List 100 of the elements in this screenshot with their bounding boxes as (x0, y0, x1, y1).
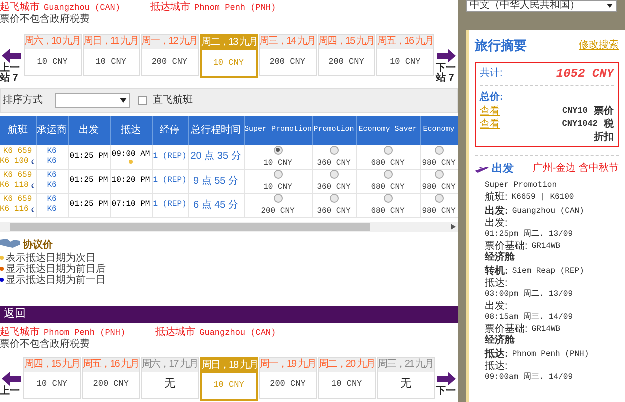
carrier-code: K6 (47, 146, 57, 156)
column-header: 承运商 (36, 116, 68, 145)
fare-radio-button[interactable] (330, 170, 338, 179)
total-price-label: 总价: (480, 90, 504, 104)
departure-time: 01:25 PM (70, 176, 108, 185)
detail-label: 抵达: (485, 361, 509, 372)
date-label: 周二，20 九月 (318, 358, 375, 372)
detail-heading: 转机: (485, 266, 508, 277)
right-arrow-icon (436, 370, 458, 386)
date-card[interactable]: 周一，19 九月 200 CNY (259, 356, 317, 398)
flight-number: K6 116 (0, 205, 29, 215)
date-card[interactable]: 周二，20 九月 10 CNY (318, 356, 376, 398)
detail-label: 票价基础: (485, 324, 528, 335)
arrival-city-label: 抵达城市 (156, 326, 196, 338)
date-card[interactable]: 周五，16 九月 10 CNY (376, 34, 434, 76)
fare-price: 10 CNY (214, 379, 244, 392)
fare-radio-button[interactable] (434, 194, 444, 203)
fare-price: 无 (400, 377, 412, 392)
fare-price: 980 CNY (422, 183, 456, 192)
fare-price: 200 CNY (328, 56, 364, 68)
date-card[interactable]: 周日，11 九月 10 CNY (82, 34, 140, 76)
dropdown-caret-icon (607, 4, 613, 8)
summary-title: 旅行摘要 (475, 37, 527, 55)
stops-link[interactable]: 1 (REP) (153, 152, 187, 161)
previous-week-link[interactable]: 上一站 7 (0, 64, 22, 84)
arrival-time: 07:10 PM (112, 200, 150, 209)
detail-label: 出发: (485, 301, 509, 312)
dropdown-caret-icon (120, 98, 127, 103)
flight-number: K6 659 (3, 195, 32, 204)
arrival-city-label: 抵达城市 (150, 2, 191, 14)
fare-radio-button[interactable] (274, 194, 282, 203)
date-card[interactable]: 周六，17 九月 无 (141, 356, 199, 398)
horizontal-scrollbar[interactable] (0, 222, 458, 232)
segment-title: 出发 (492, 162, 514, 176)
departure-city: Phnom Penh (PNH) (44, 326, 126, 338)
fare-radio-button[interactable] (434, 146, 444, 155)
total-duration: 6 点 45 分 (193, 200, 239, 210)
fare-price: 10 CNY (264, 158, 292, 168)
segment-route: 广州-金边 含中秋节 (532, 162, 619, 176)
column-header: 航班 (0, 116, 36, 145)
fare-price: 980 CNY (422, 158, 456, 168)
detail-value: K6659 | K6100 (512, 192, 574, 203)
fare-price: 680 CNY (371, 183, 405, 192)
price-amount: CNY10 (562, 104, 588, 118)
fare-radio-button[interactable] (434, 170, 444, 179)
next-week-link[interactable]: 下一 (436, 386, 458, 396)
fare-price: 10 CNY (36, 378, 68, 391)
date-label: 周三，14 九月 (260, 35, 316, 49)
arrival-city: Guangzhou (CAN) (200, 326, 276, 338)
date-card[interactable]: 周三，14 九月 200 CNY (258, 34, 317, 76)
departure-city-label: 起飞城市 (0, 326, 40, 338)
legend-text: 表示抵达日期为次日 (6, 252, 96, 264)
date-label: 周二，13 九月 (202, 36, 256, 50)
fare-price: 360 CNY (317, 207, 351, 216)
fare-radio-button[interactable] (274, 146, 282, 155)
fare-price: 360 CNY (317, 183, 351, 192)
detail-label: 出发: (485, 218, 509, 229)
column-header: 抵达 (110, 116, 152, 145)
total-amount: 1052 CNY (556, 66, 614, 82)
date-card[interactable]: 周三，21 九月 无 (376, 356, 435, 398)
fare-radio-button[interactable] (384, 170, 392, 179)
direct-flight-checkbox[interactable] (138, 96, 147, 105)
date-label: 周三，21 九月 (378, 358, 434, 372)
date-label: 周五，16 九月 (83, 358, 140, 372)
date-card[interactable]: 周四，15 九月 10 CNY (23, 356, 82, 398)
fare-price: 10 CNY (96, 56, 126, 68)
price-amount: CNY1042 (562, 118, 598, 130)
fare-price: 360 CNY (317, 158, 351, 168)
price-item-label: 票价 (594, 104, 614, 118)
left-arrow-icon (0, 370, 22, 386)
fare-radio-button[interactable] (330, 194, 338, 203)
stops-link[interactable]: 1 (REP) (153, 176, 187, 185)
flight-number: K6 100 (0, 156, 29, 167)
stops-link[interactable]: 1 (REP) (153, 200, 187, 209)
column-header: 总行程时间 (188, 116, 244, 145)
fare-note: 票价不包含政府税费 (0, 338, 91, 350)
detail-value: Siem Reap (REP) (512, 266, 584, 277)
next-week-link[interactable]: 下一站 7 (436, 64, 458, 84)
date-label: 周五，16 九月 (377, 35, 434, 49)
cabin-class: 经济舱 (485, 252, 515, 263)
fare-price: 10 CNY (213, 56, 244, 70)
previous-week-link[interactable]: 上一 (0, 386, 22, 396)
carrier-code: K6 (47, 171, 57, 180)
date-label: 周四，15 九月 (24, 358, 80, 372)
date-card[interactable]: 周四，15 九月 200 CNY (318, 34, 376, 76)
sort-dropdown[interactable] (55, 93, 130, 108)
fare-radio-button[interactable] (384, 194, 392, 203)
sort-label: 排序方式 (3, 94, 44, 108)
fare-radio-button[interactable] (330, 146, 338, 155)
date-card[interactable]: 周一，12 九月 200 CNY (140, 34, 199, 76)
date-card[interactable]: 周五，16 九月 200 CNY (82, 356, 140, 398)
fare-radio-button[interactable] (274, 170, 282, 179)
fare-price: 680 CNY (371, 207, 405, 216)
fare-radio-button[interactable] (384, 146, 392, 155)
handshake-icon (0, 237, 20, 249)
price-item-label: 税 (604, 118, 614, 130)
fare-price: 200 CNY (93, 378, 129, 391)
date-card[interactable]: 周六，10 九月 10 CNY (24, 34, 82, 76)
detail-value: GR14WB (532, 324, 561, 335)
arrival-time: 09:00 AM (112, 150, 150, 159)
